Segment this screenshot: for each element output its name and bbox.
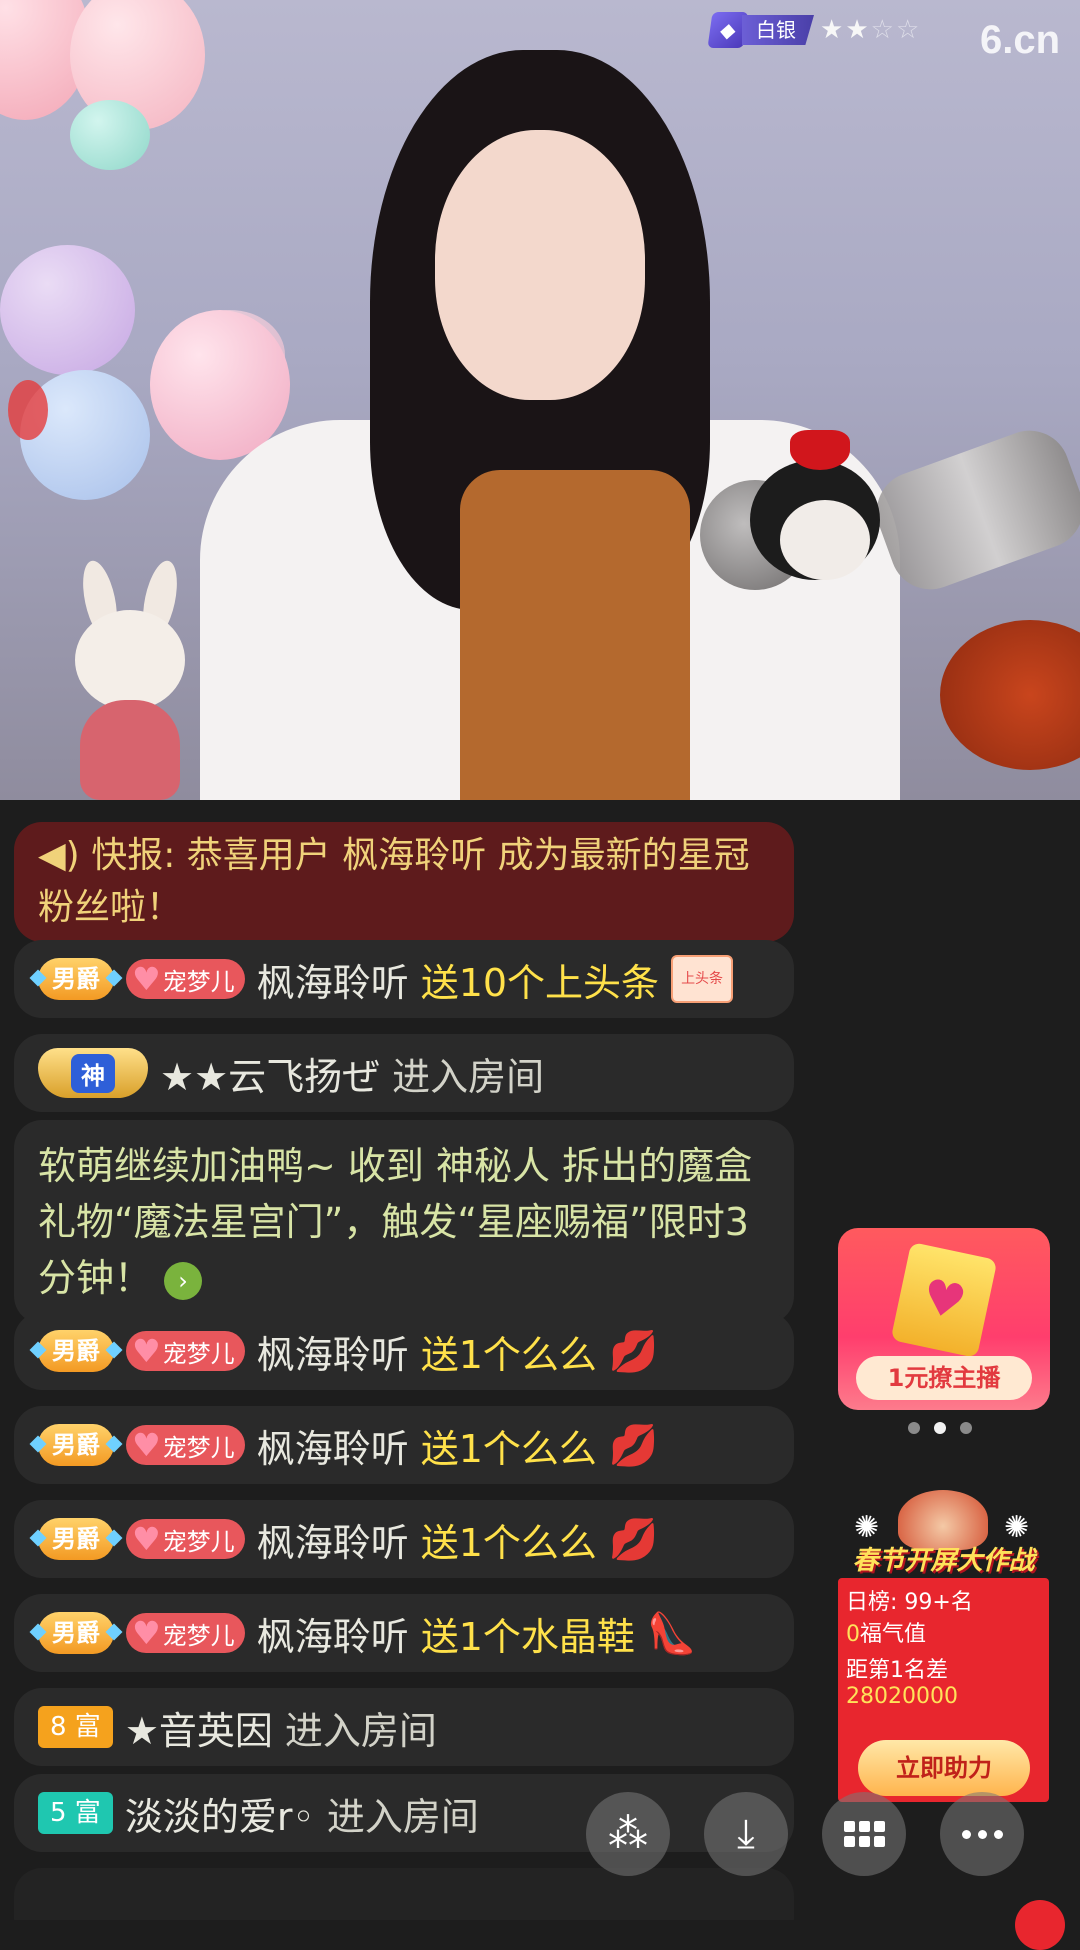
balloon — [70, 100, 150, 170]
lips-icon: 💋 — [608, 1422, 659, 1469]
download-icon: ⤓ — [737, 1811, 755, 1857]
pet-badge: ♥ 宠梦儿 — [126, 1519, 245, 1559]
pet-badge: ♥ 宠梦儿 — [126, 959, 245, 999]
chat-message[interactable]: 5 富 淡淡的爱r◦ 进入房间 — [14, 1774, 794, 1852]
star-icon: ★ — [845, 15, 871, 45]
lips-icon: 💋 — [608, 1328, 659, 1375]
grid-icon — [843, 1821, 885, 1847]
username[interactable]: 枫海聆听 — [257, 1606, 409, 1661]
apps-button[interactable] — [822, 1792, 906, 1876]
site-watermark: 6.cn — [980, 18, 1061, 62]
heart-icon: ♥ — [132, 1426, 161, 1464]
gift-text: 送1个么么 — [420, 1520, 597, 1565]
username[interactable]: ★音英因 — [125, 1700, 273, 1755]
event-panel: 日榜: 99+名 0福气值 距第1名差 28020000 立即助力 — [838, 1578, 1049, 1802]
pager-dot-active[interactable] — [934, 1422, 946, 1434]
gift-text: 送1个么么 — [420, 1332, 597, 1377]
promo-pager — [908, 1422, 972, 1434]
action-text: 进入房间 — [326, 1794, 479, 1839]
username[interactable]: 枫海聆听 — [257, 952, 409, 1007]
fortune-value: 0 — [846, 1622, 860, 1647]
level-stars: ★★☆☆ — [820, 15, 921, 45]
promo-card[interactable]: ♥ 1元撩主播 — [838, 1228, 1050, 1410]
gift-text: 送1个水晶鞋 — [420, 1614, 635, 1659]
fortune-line: 0福气值 — [846, 1616, 926, 1648]
chat-message[interactable]: 男爵 ♥ 宠梦儿 枫海聆听 送1个么么 💋 — [14, 1500, 794, 1578]
pet-badge: ♥ 宠梦儿 — [126, 1425, 245, 1465]
bunny-plush — [60, 557, 200, 800]
username[interactable]: 枫海聆听 — [257, 1418, 409, 1473]
chat-message[interactable]: 男爵 ♥ 宠梦儿 枫海聆听 送1个么么 💋 — [14, 1312, 794, 1390]
star-icon: ☆ — [895, 15, 922, 45]
heart-icon: ♥ — [132, 1332, 161, 1370]
notice-banner[interactable]: ◀) 快报: 恭喜用户 枫海聆听 成为最新的星冠粉丝啦！ — [14, 822, 794, 942]
mouse-plush — [730, 430, 900, 590]
pompom-decoration — [940, 620, 1080, 770]
event-header: ✺ ✺ 春节开屏大作战 — [836, 1490, 1051, 1580]
chat-message[interactable]: 男爵 ♥ 宠梦儿 枫海聆听 送10个上头条 上头条 — [14, 940, 794, 1018]
card-icon: ♥ — [890, 1241, 998, 1359]
gift-text: 送10个上头条 — [420, 960, 660, 1005]
username[interactable]: ★★云飞扬ぜ — [160, 1046, 380, 1101]
live-video[interactable]: ◆ 白银 ★★☆☆ 6.cn — [0, 0, 1080, 800]
system-message[interactable]: 软萌继续加油鸭~ 收到 神秘人 拆出的魔盒礼物“魔法星宫门”，触发“星座赐福”限… — [14, 1120, 794, 1324]
star-icon: ☆ — [870, 15, 896, 45]
lips-icon: 💋 — [608, 1516, 659, 1563]
pager-dot[interactable] — [960, 1422, 972, 1434]
heart-icon: ♥ — [132, 1520, 161, 1558]
chat-list[interactable]: ◀) 快报: 恭喜用户 枫海聆听 成为最新的星冠粉丝啦！ 男爵 ♥ 宠梦儿 枫海聆… — [0, 800, 820, 1920]
wealth-badge: 8 富 — [38, 1706, 113, 1748]
gap-value: 28020000 — [846, 1684, 958, 1709]
chat-message-partial[interactable] — [14, 1868, 794, 1920]
crystal-shoe-icon: 👠 — [646, 1610, 697, 1657]
username[interactable]: 淡淡的爱r◦ — [125, 1786, 315, 1841]
chat-message[interactable]: 神 ★★云飞扬ぜ 进入房间 — [14, 1034, 794, 1112]
share-icon: ⁂ — [608, 1811, 648, 1857]
speaker-icon: ◀) — [38, 835, 80, 876]
streamer — [200, 40, 900, 800]
promo-button[interactable]: 1元撩主播 — [856, 1356, 1032, 1400]
wealth-badge: 5 富 — [38, 1792, 113, 1834]
rank-badge: 男爵 — [38, 1424, 114, 1466]
username[interactable]: 枫海聆听 — [257, 1324, 409, 1379]
rank-badge: 男爵 — [38, 958, 114, 1000]
star-icon: ★ — [820, 15, 846, 45]
rank-badge: 男爵 — [38, 1518, 114, 1560]
heart-icon: ♥ — [132, 960, 161, 998]
level-label: 白银 — [742, 15, 814, 45]
fortune-label: 福气值 — [860, 1622, 927, 1647]
more-button[interactable] — [940, 1792, 1024, 1876]
anchor-level-badge[interactable]: ◆ 白银 ★★☆☆ — [707, 12, 921, 48]
headline-gift-icon: 上头条 — [671, 955, 734, 1003]
system-text: 软萌继续加油鸭~ 收到 神秘人 拆出的魔盒礼物“魔法星宫门”，触发“星座赐福”限… — [38, 1144, 753, 1300]
god-badge: 神 — [38, 1048, 148, 1098]
boost-button[interactable]: 立即助力 — [858, 1740, 1030, 1796]
chat-message[interactable]: 男爵 ♥ 宠梦儿 枫海聆听 送1个水晶鞋 👠 — [14, 1594, 794, 1672]
rank-badge: 男爵 — [38, 1612, 114, 1654]
action-text: 进入房间 — [284, 1708, 437, 1753]
heart-decoration — [8, 380, 48, 440]
pager-dot[interactable] — [908, 1422, 920, 1434]
notification-badge[interactable] — [1015, 1900, 1065, 1950]
gift-text: 送1个么么 — [420, 1426, 597, 1471]
event-widget[interactable]: ✺ ✺ 春节开屏大作战 日榜: 99+名 0福气值 距第1名差 28020000… — [836, 1490, 1051, 1802]
heart-gem-icon: ♥ — [917, 1268, 971, 1332]
gap-label: 距第1名差 — [846, 1658, 948, 1683]
more-icon — [961, 1829, 1003, 1839]
chat-message[interactable]: 男爵 ♥ 宠梦儿 枫海聆听 送1个么么 💋 — [14, 1406, 794, 1484]
chat-message[interactable]: 8 富 ★音英因 进入房间 — [14, 1688, 794, 1766]
arrow-right-icon[interactable]: › — [164, 1261, 203, 1300]
event-title: 春节开屏大作战 — [852, 1546, 1035, 1576]
share-button[interactable]: ⁂ — [586, 1792, 670, 1876]
notice-text: 快报: 恭喜用户 枫海聆听 成为最新的星冠粉丝啦！ — [38, 835, 750, 928]
username[interactable]: 枫海聆听 — [257, 1512, 409, 1567]
heart-icon: ♥ — [132, 1614, 161, 1652]
rank-badge: 男爵 — [38, 1330, 114, 1372]
daily-rank: 日榜: 99+名 — [846, 1590, 973, 1615]
pet-badge: ♥ 宠梦儿 — [126, 1613, 245, 1653]
pet-badge: ♥ 宠梦儿 — [126, 1331, 245, 1371]
balloon — [0, 245, 135, 375]
download-button[interactable]: ⤓ — [704, 1792, 788, 1876]
action-text: 进入房间 — [392, 1054, 545, 1099]
